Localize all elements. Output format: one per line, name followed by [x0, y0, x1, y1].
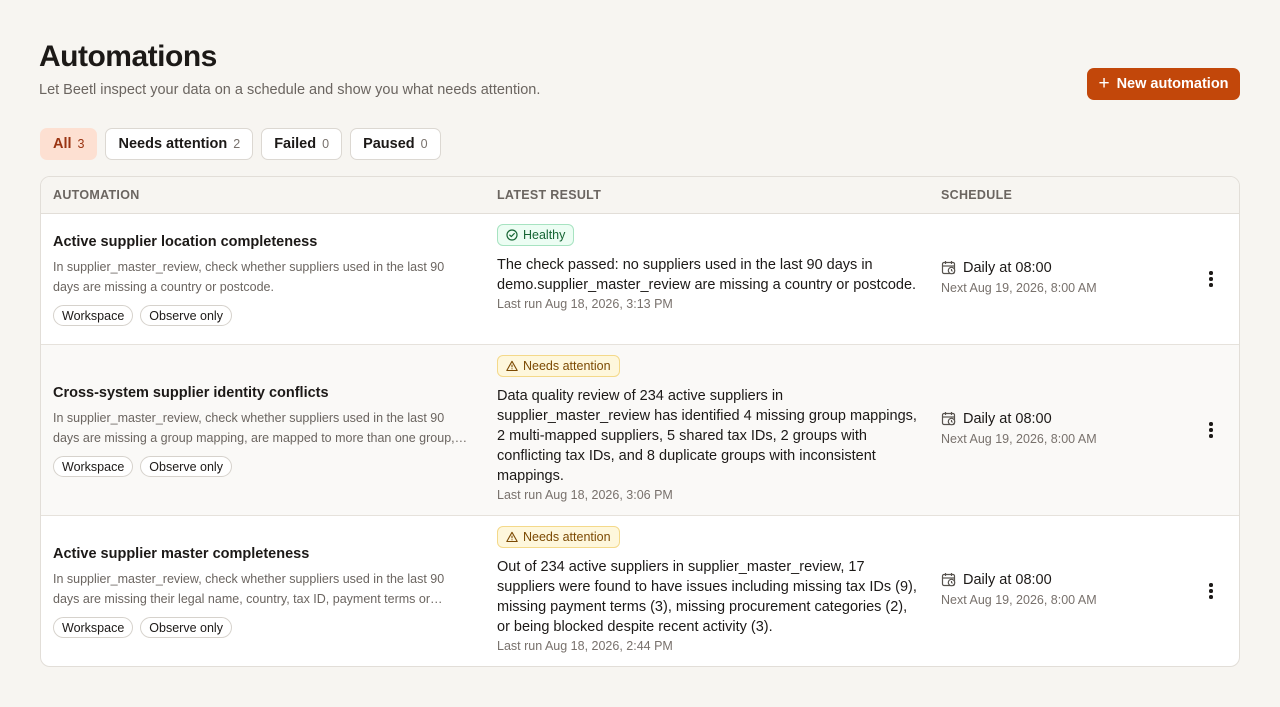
schedule-cell: Daily at 08:00 Next Aug 19, 2026, 8:00 A…: [941, 572, 1181, 607]
warning-triangle-icon: [506, 360, 518, 372]
status-label: Healthy: [523, 228, 566, 242]
filter-count: 0: [420, 137, 428, 151]
next-run: Next Aug 19, 2026, 8:00 AM: [941, 593, 1097, 607]
automation-description: In supplier_master_review, check whether…: [53, 260, 445, 294]
column-header-automation: AUTOMATION: [53, 188, 140, 202]
automation-cell: Active supplier location completeness In…: [53, 234, 473, 326]
filter-failed[interactable]: Failed 0: [261, 128, 343, 160]
status-badge: Healthy: [497, 224, 575, 246]
filter-count: 2: [233, 137, 241, 151]
last-run: Last run Aug 18, 2026, 3:06 PM: [497, 488, 673, 502]
page-subtitle: Let Beetl inspect your data on a schedul…: [39, 82, 541, 98]
plus-icon: +: [1098, 72, 1110, 94]
automation-description: In supplier_master_review, check whether…: [53, 411, 455, 445]
filter-needs-attention[interactable]: Needs attention 2: [105, 128, 254, 160]
more-vertical-icon[interactable]: [1201, 267, 1221, 291]
filter-tabs: All 3 Needs attention 2 Failed 0 Paused …: [40, 128, 441, 160]
result-text: Out of 234 active suppliers in supplier_…: [497, 559, 917, 635]
calendar-clock-icon: [941, 412, 956, 426]
tag-list: Workspace Observe only: [53, 456, 473, 477]
filter-all[interactable]: All 3: [40, 128, 98, 160]
tag: Workspace: [53, 617, 134, 638]
table-row[interactable]: Active supplier location completeness In…: [41, 214, 1239, 345]
automation-name: Active supplier location completeness: [53, 234, 318, 250]
more-vertical-icon[interactable]: [1201, 579, 1221, 603]
tag-list: Workspace Observe only: [53, 617, 473, 638]
more-vertical-icon[interactable]: [1201, 418, 1221, 442]
tag: Observe only: [140, 305, 232, 326]
status-badge: Needs attention: [497, 355, 620, 377]
automation-cell: Cross-system supplier identity conflicts…: [53, 385, 473, 477]
page-title: Automations: [39, 40, 217, 73]
automations-table: AUTOMATION LATEST RESULT SCHEDULE Active…: [40, 176, 1240, 667]
result-cell: Needs attention Data quality review of 2…: [497, 355, 917, 502]
table-row[interactable]: Active supplier master completeness In s…: [41, 516, 1239, 666]
filter-label: All: [53, 136, 72, 152]
automation-description: In supplier_master_review, check whether…: [53, 572, 445, 606]
schedule-text: Daily at 08:00: [963, 411, 1052, 427]
status-badge: Needs attention: [497, 526, 620, 548]
last-run: Last run Aug 18, 2026, 3:13 PM: [497, 297, 673, 311]
schedule-text: Daily at 08:00: [963, 260, 1052, 276]
schedule-cell: Daily at 08:00 Next Aug 19, 2026, 8:00 A…: [941, 411, 1181, 446]
status-label: Needs attention: [523, 530, 611, 544]
next-run: Next Aug 19, 2026, 8:00 AM: [941, 432, 1097, 446]
result-text: Data quality review of 234 active suppli…: [497, 388, 917, 484]
filter-label: Paused: [363, 136, 415, 152]
new-automation-button[interactable]: + New automation: [1087, 68, 1240, 100]
schedule-cell: Daily at 08:00 Next Aug 19, 2026, 8:00 A…: [941, 260, 1181, 295]
calendar-clock-icon: [941, 573, 956, 587]
new-automation-label: New automation: [1116, 76, 1229, 92]
last-run: Last run Aug 18, 2026, 2:44 PM: [497, 639, 673, 653]
warning-triangle-icon: [506, 531, 518, 543]
filter-paused[interactable]: Paused 0: [350, 128, 441, 160]
table-row[interactable]: Cross-system supplier identity conflicts…: [41, 345, 1239, 516]
result-cell: Needs attention Out of 234 active suppli…: [497, 526, 917, 653]
filter-label: Failed: [274, 136, 317, 152]
calendar-clock-icon: [941, 261, 956, 275]
result-text: The check passed: no suppliers used in t…: [497, 257, 917, 293]
filter-count: 0: [322, 137, 330, 151]
tag: Observe only: [140, 617, 232, 638]
check-circle-icon: [506, 229, 518, 241]
automation-name: Active supplier master completeness: [53, 546, 310, 562]
automation-name: Cross-system supplier identity conflicts: [53, 385, 329, 401]
tag: Workspace: [53, 456, 134, 477]
automation-cell: Active supplier master completeness In s…: [53, 546, 473, 638]
column-header-schedule: SCHEDULE: [941, 188, 1013, 202]
tag: Workspace: [53, 305, 134, 326]
schedule-text: Daily at 08:00: [963, 572, 1052, 588]
table-header: AUTOMATION LATEST RESULT SCHEDULE: [41, 177, 1239, 214]
tag: Observe only: [140, 456, 232, 477]
next-run: Next Aug 19, 2026, 8:00 AM: [941, 281, 1097, 295]
result-cell: Healthy The check passed: no suppliers u…: [497, 224, 917, 311]
column-header-latest-result: LATEST RESULT: [497, 188, 602, 202]
status-label: Needs attention: [523, 359, 611, 373]
filter-count: 3: [77, 137, 85, 151]
tag-list: Workspace Observe only: [53, 305, 473, 326]
filter-label: Needs attention: [118, 136, 228, 152]
